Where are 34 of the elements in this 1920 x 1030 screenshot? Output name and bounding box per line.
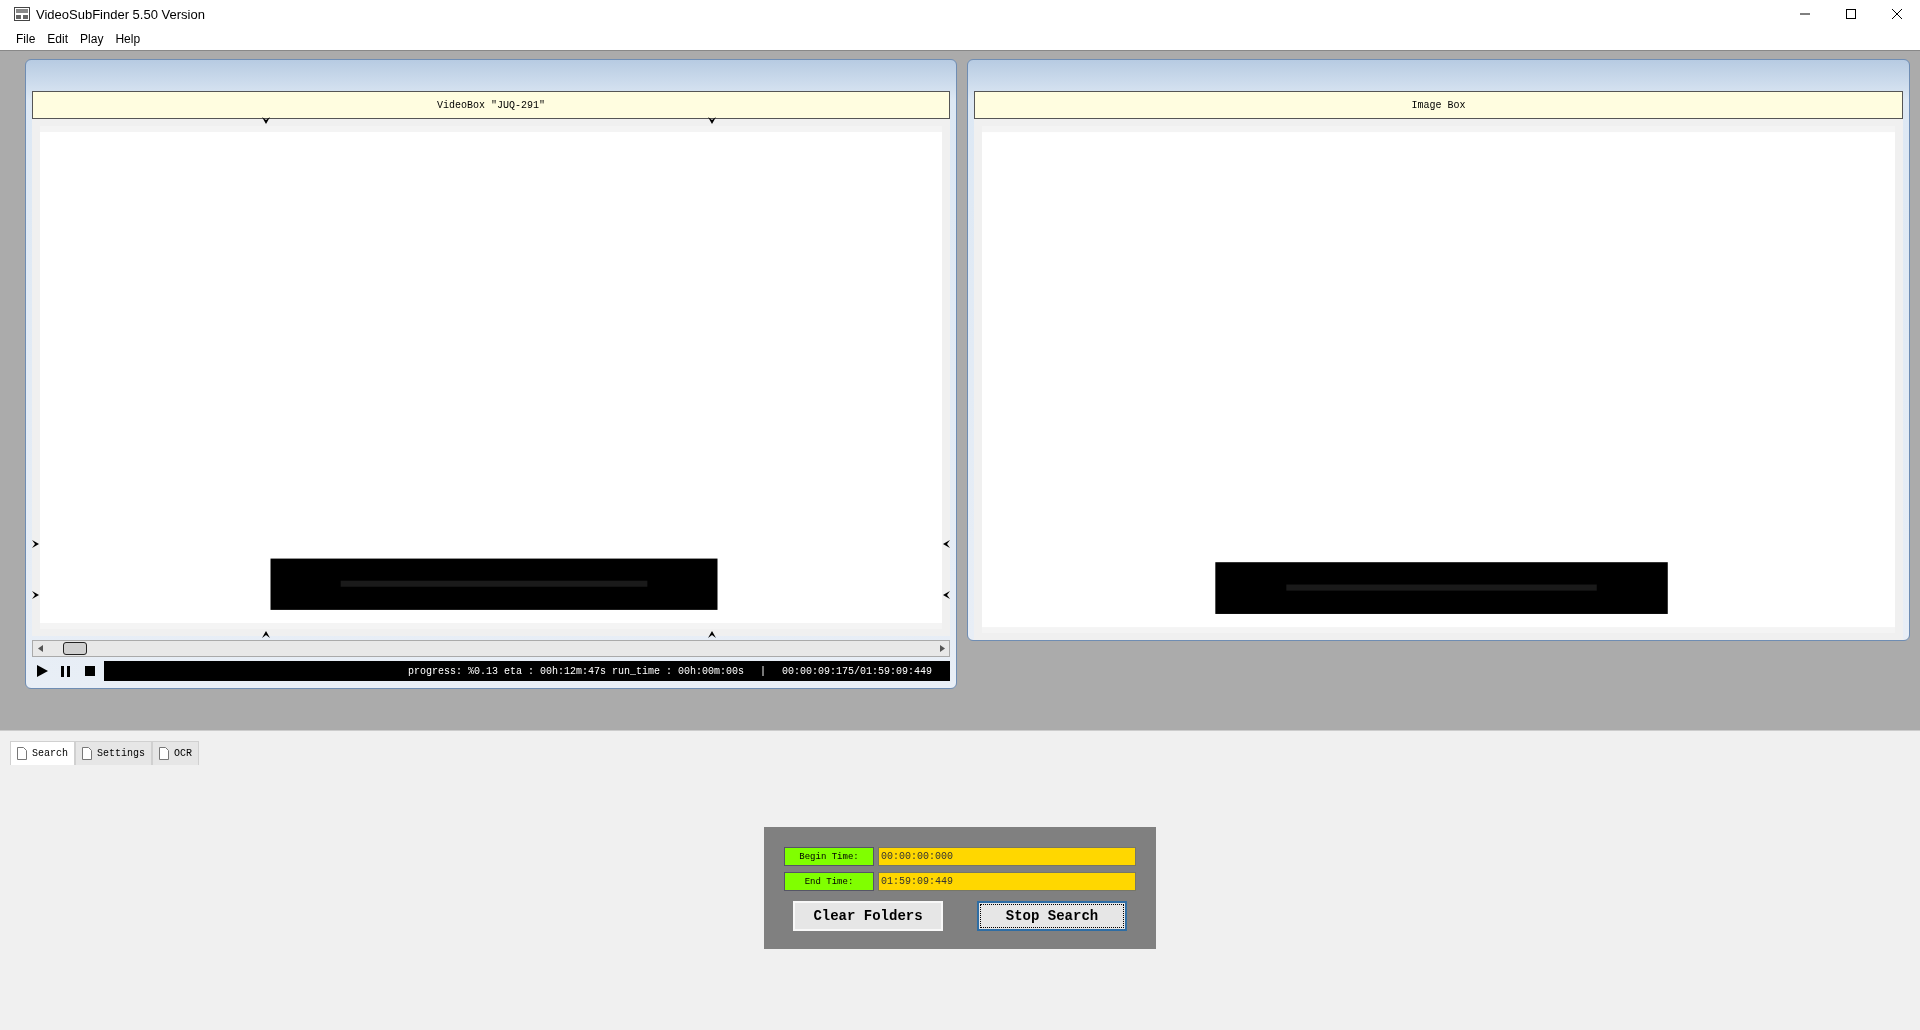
menu-item[interactable]: Edit	[41, 32, 75, 46]
menu-item[interactable]: Play	[74, 32, 110, 46]
page-icon	[82, 747, 92, 760]
left-arrow-icon[interactable]	[37, 645, 43, 652]
time-field[interactable]: 01:59:09:449	[878, 872, 1136, 891]
action-button[interactable]: Clear Folders	[793, 901, 943, 931]
menu-item[interactable]: File	[10, 32, 42, 46]
menu-item[interactable]: Help	[109, 32, 147, 46]
action-button[interactable]: Stop Search	[977, 901, 1127, 931]
pause-icon[interactable]	[61, 665, 71, 677]
field-label: End Time:	[784, 872, 874, 891]
marker-icon[interactable]	[32, 591, 40, 599]
marker-icon[interactable]	[32, 540, 40, 548]
page-icon	[159, 747, 170, 760]
marker-icon[interactable]	[942, 591, 950, 599]
tab[interactable]: Settings	[75, 741, 153, 765]
close-icon[interactable]	[1892, 9, 1902, 19]
separator-text: |	[759, 665, 766, 677]
field-label: Begin Time:	[784, 847, 874, 866]
window-title: VideoSubFinder 5.50 Version	[36, 6, 205, 22]
tab[interactable]: OCR	[152, 741, 200, 765]
marker-icon[interactable]	[942, 540, 950, 548]
progress-text: progress: %0.13 eta : 00h:12m:47s run_time : 00h:00m:00s	[407, 665, 744, 677]
maximize-icon[interactable]	[1846, 9, 1856, 19]
panel-title: Image Box	[974, 91, 1903, 119]
app-icon	[14, 7, 30, 21]
page-icon	[17, 747, 27, 760]
panel-title: VideoBox "JUQ-291"	[32, 91, 950, 119]
right-arrow-icon[interactable]	[939, 645, 945, 652]
play-icon[interactable]	[36, 665, 48, 677]
time-text: 00:00:09:175/01:59:09:449	[781, 665, 932, 677]
scroll-thumb[interactable]	[63, 642, 87, 655]
time-field[interactable]: 00:00:00:000	[878, 847, 1136, 866]
tab[interactable]: Search	[10, 741, 75, 765]
